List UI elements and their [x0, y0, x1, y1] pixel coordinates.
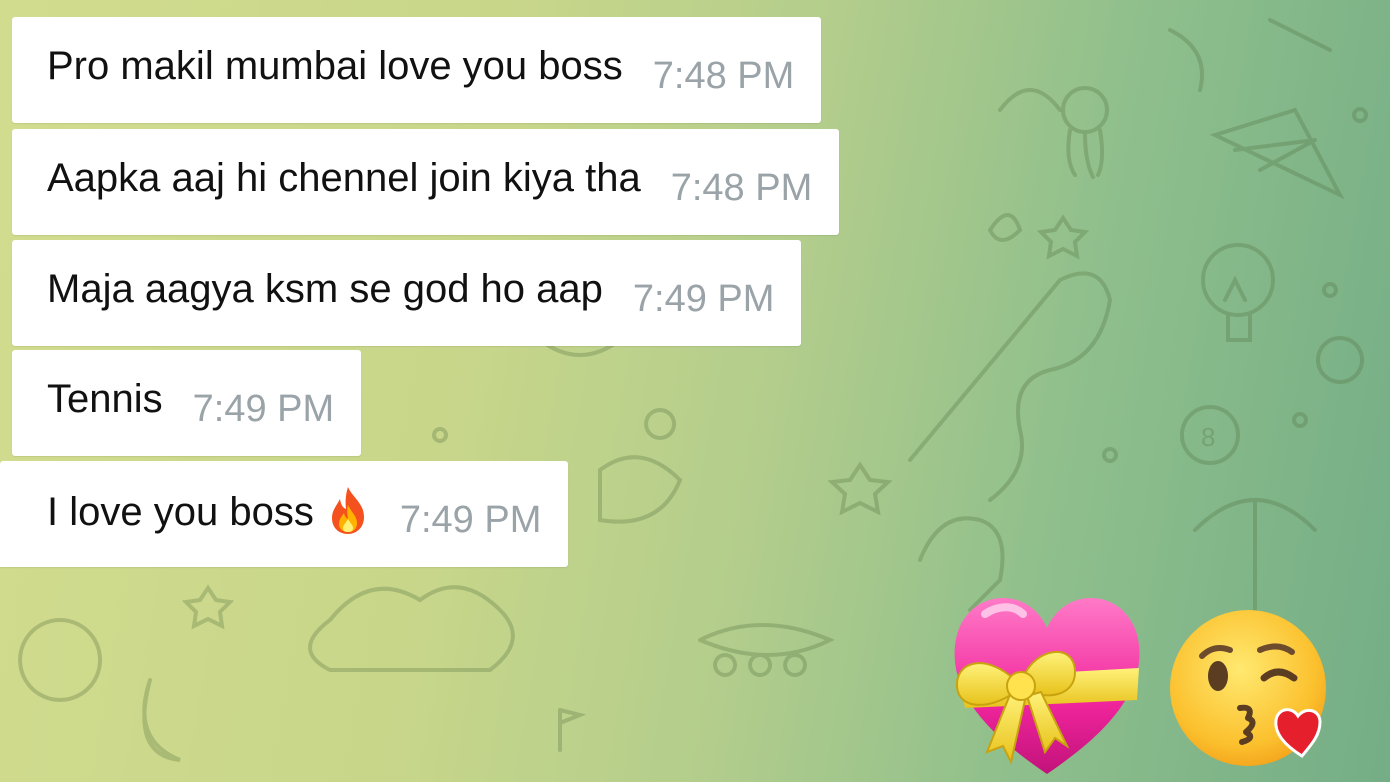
message-text: Aapka aaj hi chennel join kiya tha [47, 156, 641, 200]
message-bubble[interactable]: Aapka aaj hi chennel join kiya tha 7:48 … [12, 129, 840, 235]
message-text: I love you boss [47, 490, 314, 534]
message-time: 7:49 PM [399, 499, 542, 541]
message-bubble[interactable]: Maja aagya ksm se god ho aap 7:49 PM [12, 240, 802, 346]
message-bubble[interactable]: I love you boss 7:49 PM [0, 461, 569, 567]
message-bubble[interactable]: Tennis 7:49 PM [12, 350, 362, 456]
message-time: 7:48 PM [652, 55, 795, 97]
svg-text:8: 8 [1201, 422, 1215, 452]
message-bubble[interactable]: Pro makil mumbai love you boss 7:48 PM [12, 17, 822, 123]
message-text: Maja aagya ksm se god ho aap [47, 267, 603, 311]
fire-icon [331, 487, 364, 534]
message-text: Pro makil mumbai love you boss [47, 44, 623, 88]
message-time: 7:49 PM [632, 278, 775, 320]
heart-with-ribbon-icon[interactable] [945, 592, 1150, 780]
face-blowing-kiss-icon[interactable] [1168, 606, 1338, 776]
message-text-wrap: I love you boss [47, 485, 370, 535]
message-time: 7:48 PM [670, 167, 813, 209]
message-text: Tennis [47, 377, 163, 421]
chat-background: 8 Pro makil mumbai love you boss 7:48 PM… [0, 0, 1390, 782]
message-time: 7:49 PM [192, 388, 335, 430]
